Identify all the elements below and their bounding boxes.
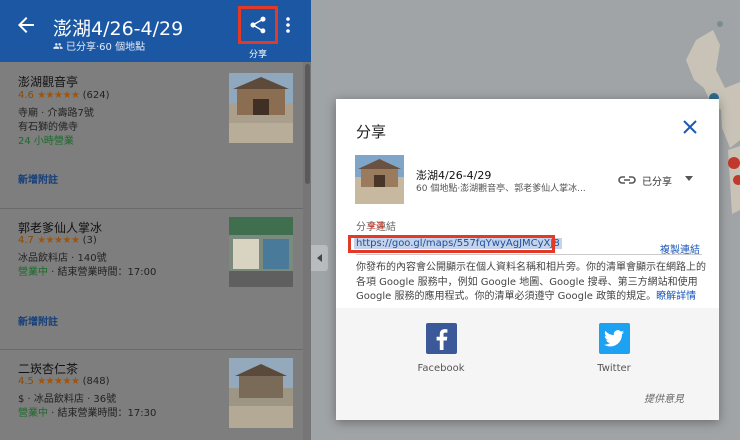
share-button[interactable]	[238, 6, 278, 44]
place-category: 寺廟 · 介壽路7號	[18, 108, 94, 119]
scrollbar-thumb[interactable]	[305, 64, 310, 184]
caret-down-icon[interactable]	[685, 176, 693, 182]
place-name: 郭老爹仙人掌冰	[18, 221, 103, 235]
closing-time: · 結束營業時間：17:30	[48, 408, 157, 419]
back-arrow-icon[interactable]	[14, 13, 38, 37]
select-all-annotation: 全選	[368, 221, 384, 230]
add-note-link[interactable]: 新增附註	[18, 171, 58, 186]
add-note-link[interactable]: 新增附註	[18, 313, 58, 328]
open-status: 營業中	[18, 267, 48, 278]
rating-value: 4.7	[18, 235, 34, 246]
privacy-notice-text: 你發布的內容會公開顯示在個人資料名稱和相片旁。你的清單會顯示在網路上的各項 Go…	[356, 262, 706, 302]
place-category: $ · 冰品飲料店 · 36號	[18, 394, 117, 405]
rating-stars: ★★★★★	[37, 235, 80, 246]
place-hours: 營業中 · 結束營業時間：17:30	[18, 404, 156, 419]
facebook-icon	[425, 323, 457, 354]
close-icon[interactable]	[680, 117, 700, 137]
twitter-share-button[interactable]: Twitter	[584, 323, 644, 374]
review-count: (624)	[82, 90, 110, 101]
place-hours: 營業中 · 結束營業時間：17:00	[18, 263, 156, 278]
share-dialog: 分享 澎湖4/26-4/29 60 個地點·澎湖觀音亭、郭老爹仙人掌冰... 已…	[336, 99, 719, 420]
list-subtitle-text: 已分享·60 個地點	[66, 42, 146, 53]
privacy-notice: 你發布的內容會公開顯示在個人資料名稱和相片旁。你的清單會顯示在網路上的各項 Go…	[356, 261, 706, 305]
share-button-label: 分享	[249, 50, 268, 60]
rating-stars: ★★★★★	[37, 376, 80, 387]
review-count: (848)	[82, 376, 110, 387]
url-underline	[356, 254, 702, 255]
list-subtitle: 已分享·60 個地點	[53, 38, 145, 53]
place-rating: 4.7 ★★★★★ (3)	[18, 235, 97, 246]
dialog-title: 分享	[356, 123, 387, 141]
more-vert-icon[interactable]	[281, 15, 295, 35]
list-thumbnail	[355, 155, 404, 204]
learn-more-link[interactable]: 瞭解詳情	[656, 291, 696, 302]
url-highlight-box	[348, 235, 555, 253]
sharing-status-dropdown[interactable]: 已分享	[642, 173, 672, 188]
open-status: 營業中	[18, 408, 48, 419]
closing-time: · 結束營業時間：17:00	[48, 267, 157, 278]
twitter-label: Twitter	[597, 363, 631, 374]
list-item[interactable]: 郭老爹仙人掌冰 4.7 ★★★★★ (3) 冰品飲料店 · 140號 營業中 ·…	[0, 209, 303, 349]
place-photo[interactable]	[229, 358, 293, 428]
list-title: 澎湖4/26-4/29	[53, 18, 184, 40]
rating-value: 4.5	[18, 376, 34, 387]
send-feedback-link[interactable]: 提供意見	[644, 390, 684, 405]
place-photo[interactable]	[229, 73, 293, 143]
place-photo[interactable]	[229, 217, 293, 287]
rating-stars: ★★★★★	[37, 90, 80, 101]
list-item[interactable]: 澎湖觀音亭 4.6 ★★★★★ (624) 寺廟 · 介壽路7號 有石獅的佛寺 …	[0, 62, 303, 208]
people-icon	[53, 42, 63, 49]
share-icon	[250, 16, 266, 34]
place-category: 冰品飲料店 · 140號	[18, 253, 107, 264]
place-rating: 4.6 ★★★★★ (624)	[18, 90, 110, 101]
place-rating: 4.5 ★★★★★ (848)	[18, 376, 110, 387]
place-description: 有石獅的佛寺	[18, 122, 78, 133]
saved-list-panel: 澎湖4/26-4/29 已分享·60 個地點 分享 澎湖觀音亭 4.6 ★★★★…	[0, 0, 311, 440]
place-hours: 24 小時營業	[18, 136, 74, 147]
list-header: 澎湖4/26-4/29 已分享·60 個地點 分享	[0, 0, 311, 62]
twitter-icon	[598, 323, 630, 354]
review-count: (3)	[82, 235, 97, 246]
shared-list-subtitle: 60 個地點·澎湖觀音亭、郭老爹仙人掌冰...	[416, 184, 586, 194]
facebook-share-button[interactable]: Facebook	[411, 323, 471, 374]
rating-value: 4.6	[18, 90, 34, 101]
place-name: 澎湖觀音亭	[18, 75, 79, 89]
collapse-panel-button[interactable]	[311, 245, 328, 271]
facebook-label: Facebook	[417, 363, 465, 374]
link-icon	[618, 176, 636, 184]
place-name: 二崁杏仁茶	[18, 362, 79, 376]
chevron-left-icon	[316, 254, 322, 262]
list-item[interactable]: 二崁杏仁茶 4.5 ★★★★★ (848) $ · 冰品飲料店 · 36號 營業…	[0, 350, 303, 440]
